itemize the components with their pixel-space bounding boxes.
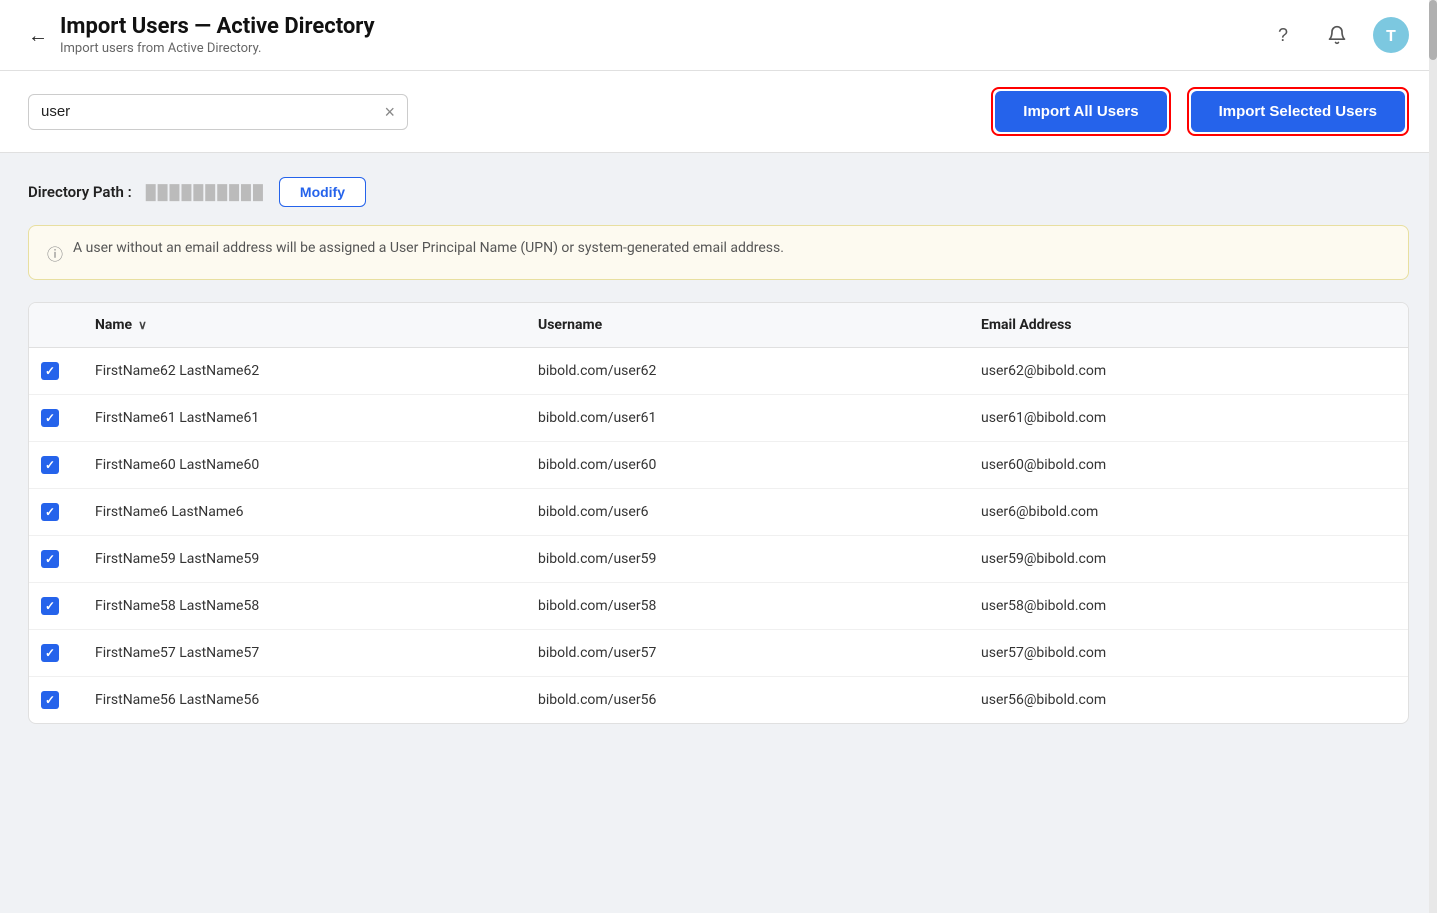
row-name: FirstName6 LastName6 (79, 504, 522, 520)
row-name: FirstName58 LastName58 (79, 598, 522, 614)
help-button[interactable]: ? (1265, 17, 1301, 53)
notifications-button[interactable] (1319, 17, 1355, 53)
checkbox-5[interactable] (41, 597, 59, 615)
row-username: bibold.com/user59 (522, 551, 965, 567)
th-email: Email Address (965, 317, 1408, 333)
avatar[interactable]: T (1373, 17, 1409, 53)
directory-path-label: Directory Path : (28, 183, 132, 201)
import-all-highlight: Import All Users (991, 87, 1170, 136)
row-checkbox-cell (29, 362, 79, 380)
row-name: FirstName59 LastName59 (79, 551, 522, 567)
search-input[interactable] (41, 103, 384, 120)
users-table: Name ∨ Username Email Address FirstName6… (28, 302, 1409, 724)
row-email: user62@bibold.com (965, 363, 1408, 379)
back-button[interactable]: ← (28, 23, 48, 48)
import-all-button[interactable]: Import All Users (995, 91, 1166, 132)
checkbox-4[interactable] (41, 550, 59, 568)
scrollbar-track[interactable] (1429, 0, 1437, 913)
checkbox-7[interactable] (41, 691, 59, 709)
top-bar-left: ← Import Users — Active Directory Import… (28, 14, 375, 56)
scrollbar-thumb[interactable] (1429, 0, 1437, 60)
main-content: Directory Path : ██████████ Modify ⓘ A u… (0, 153, 1437, 748)
directory-path-value: ██████████ (146, 184, 265, 201)
row-email: user59@bibold.com (965, 551, 1408, 567)
button-group: Import All Users Import Selected Users (991, 87, 1409, 136)
import-selected-highlight: Import Selected Users (1187, 87, 1409, 136)
row-email: user57@bibold.com (965, 645, 1408, 661)
row-email: user61@bibold.com (965, 410, 1408, 426)
checkbox-6[interactable] (41, 644, 59, 662)
row-name: FirstName61 LastName61 (79, 410, 522, 426)
row-name: FirstName60 LastName60 (79, 457, 522, 473)
th-username: Username (522, 317, 965, 333)
table-row: FirstName58 LastName58 bibold.com/user58… (29, 583, 1408, 630)
clear-search-button[interactable]: × (384, 103, 395, 121)
info-banner: ⓘ A user without an email address will b… (28, 225, 1409, 280)
row-username: bibold.com/user61 (522, 410, 965, 426)
table-body: FirstName62 LastName62 bibold.com/user62… (29, 348, 1408, 723)
bell-icon (1327, 25, 1347, 45)
row-username: bibold.com/user60 (522, 457, 965, 473)
row-checkbox-cell (29, 456, 79, 474)
th-checkbox (29, 317, 79, 333)
row-checkbox-cell (29, 597, 79, 615)
table-row: FirstName60 LastName60 bibold.com/user60… (29, 442, 1408, 489)
checkbox-0[interactable] (41, 362, 59, 380)
table-row: FirstName61 LastName61 bibold.com/user61… (29, 395, 1408, 442)
row-username: bibold.com/user57 (522, 645, 965, 661)
page-title-block: Import Users — Active Directory Import u… (60, 14, 375, 56)
row-email: user58@bibold.com (965, 598, 1408, 614)
row-name: FirstName57 LastName57 (79, 645, 522, 661)
checkbox-2[interactable] (41, 456, 59, 474)
modify-button[interactable]: Modify (279, 177, 366, 207)
row-username: bibold.com/user56 (522, 692, 965, 708)
row-username: bibold.com/user58 (522, 598, 965, 614)
page-subtitle: Import users from Active Directory. (60, 41, 375, 56)
top-bar-right: ? T (1265, 17, 1409, 53)
row-checkbox-cell (29, 503, 79, 521)
search-bar-row: × Import All Users Import Selected Users (0, 71, 1437, 153)
table-header: Name ∨ Username Email Address (29, 303, 1408, 348)
row-checkbox-cell (29, 550, 79, 568)
table-row: FirstName57 LastName57 bibold.com/user57… (29, 630, 1408, 677)
top-bar: ← Import Users — Active Directory Import… (0, 0, 1437, 71)
row-email: user60@bibold.com (965, 457, 1408, 473)
row-checkbox-cell (29, 644, 79, 662)
table-row: FirstName6 LastName6 bibold.com/user6 us… (29, 489, 1408, 536)
info-banner-text: A user without an email address will be … (73, 240, 784, 256)
row-email: user56@bibold.com (965, 692, 1408, 708)
search-input-wrap: × (28, 94, 408, 130)
page-title: Import Users — Active Directory (60, 14, 375, 39)
row-checkbox-cell (29, 409, 79, 427)
table-row: FirstName59 LastName59 bibold.com/user59… (29, 536, 1408, 583)
row-email: user6@bibold.com (965, 504, 1408, 520)
row-name: FirstName62 LastName62 (79, 363, 522, 379)
table-row: FirstName62 LastName62 bibold.com/user62… (29, 348, 1408, 395)
row-name: FirstName56 LastName56 (79, 692, 522, 708)
import-selected-button[interactable]: Import Selected Users (1191, 91, 1405, 132)
info-icon: ⓘ (47, 241, 63, 265)
th-name: Name ∨ (79, 317, 522, 333)
checkbox-3[interactable] (41, 503, 59, 521)
directory-row: Directory Path : ██████████ Modify (28, 177, 1409, 207)
row-checkbox-cell (29, 691, 79, 709)
sort-icon[interactable]: ∨ (138, 318, 147, 332)
row-username: bibold.com/user62 (522, 363, 965, 379)
row-username: bibold.com/user6 (522, 504, 965, 520)
checkbox-1[interactable] (41, 409, 59, 427)
table-row: FirstName56 LastName56 bibold.com/user56… (29, 677, 1408, 723)
